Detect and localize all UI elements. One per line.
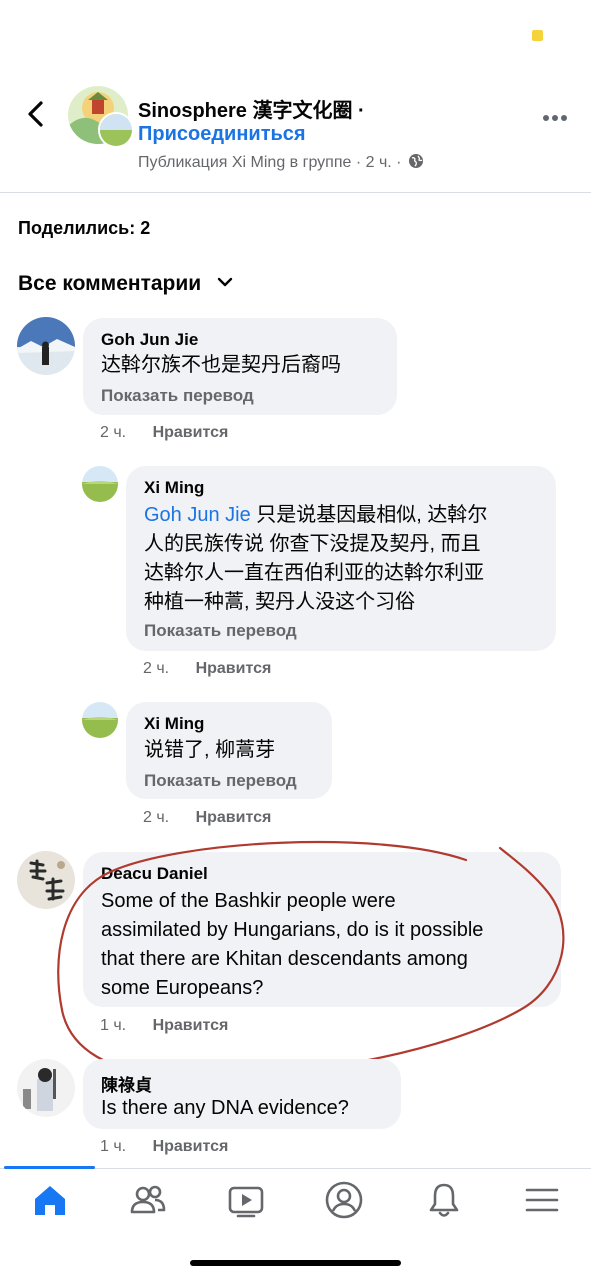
comment-text: Is there any DNA evidence? [101, 1097, 349, 1119]
comment-author[interactable]: Deacu Daniel [101, 864, 208, 884]
comment-bubble: Goh Jun Jie 达斡尔族不也是契丹后裔吗 Показать перево… [83, 318, 397, 415]
comment-author[interactable]: 陳祿貞 [101, 1071, 152, 1096]
more-options-icon[interactable] [543, 108, 570, 126]
comment-meta: 2 ч. Нравится [143, 660, 271, 678]
friends-icon[interactable] [128, 1180, 168, 1220]
comments-filter[interactable]: Все комментарии [18, 272, 233, 296]
comment-text: 说错了, 柳蒿芽 [144, 739, 276, 761]
post-meta: Публикация Xi Ming в группе · 2 ч. · [138, 153, 424, 172]
comment-text-line-3: that there are Khitan descendants among [101, 948, 468, 970]
show-translation-link[interactable]: Показать перевод [144, 621, 297, 641]
comment-time: 2 ч. [143, 809, 170, 826]
avatar[interactable] [17, 851, 75, 909]
comment-meta: 1 ч. Нравится [100, 1017, 228, 1035]
comment-time: 2 ч. [143, 660, 170, 677]
comment-text-line-4: some Europeans? [101, 977, 264, 999]
avatar[interactable] [82, 702, 118, 738]
comment-bubble: 陳祿貞 Is there any DNA evidence? [83, 1059, 401, 1129]
like-button[interactable]: Нравится [153, 424, 229, 441]
like-button[interactable]: Нравится [196, 660, 272, 677]
avatar[interactable] [17, 317, 75, 375]
comment-text-line-3: 达斡尔人一直在西伯利亚的达斡尔利亚 [144, 562, 484, 584]
comment-meta: 1 ч. Нравится [100, 1138, 228, 1156]
home-icon[interactable] [30, 1180, 70, 1220]
status-indicator [532, 30, 543, 41]
like-button[interactable]: Нравится [153, 1017, 229, 1034]
comment-text-line-2: assimilated by Hungarians, do is it poss… [101, 919, 484, 941]
header-divider [0, 192, 591, 193]
comment-bubble: Xi Ming Goh Jun Jie 只是说基因最相似, 达斡尔 人的民族传说… [126, 466, 556, 651]
comment-author[interactable]: Goh Jun Jie [101, 330, 198, 350]
show-translation-link[interactable]: Показать перевод [144, 771, 297, 791]
like-button[interactable]: Нравится [196, 809, 272, 826]
chevron-down-icon [217, 277, 233, 287]
watch-icon[interactable] [226, 1180, 266, 1220]
avatar[interactable] [82, 466, 118, 502]
comment-time: 1 ч. [100, 1138, 127, 1155]
group-name[interactable]: Sinosphere 漢字文化圈 · [138, 94, 365, 123]
post-meta-text: Публикация Xi Ming в группе · 2 ч. · [138, 154, 402, 171]
comment-author[interactable]: Xi Ming [144, 714, 204, 734]
shares-count[interactable]: Поделились: 2 [18, 218, 150, 239]
back-arrow-icon[interactable] [24, 100, 48, 128]
comment-text: 达斡尔族不也是契丹后裔吗 [101, 354, 341, 376]
mention-link[interactable]: Goh Jun Jie [144, 504, 251, 526]
show-translation-link[interactable]: Показать перевод [101, 386, 254, 406]
comment-meta: 2 ч. Нравится [100, 424, 228, 442]
join-group-button[interactable]: Присоединиться [138, 123, 306, 146]
comment-text-part: 只是说基因最相似, 达斡尔 [250, 504, 488, 526]
like-button[interactable]: Нравится [153, 1138, 229, 1155]
comment-time: 2 ч. [100, 424, 127, 441]
comment-text-line-2: 人的民族传说 你查下没提及契丹, 而且 [144, 533, 481, 555]
globe-icon [408, 154, 423, 168]
comment-bubble: Deacu Daniel Some of the Bashkir people … [83, 852, 561, 1007]
menu-icon[interactable] [522, 1180, 562, 1220]
profile-icon[interactable] [324, 1180, 364, 1220]
active-tab-indicator [4, 1166, 95, 1169]
author-sub-avatar [98, 112, 134, 148]
comment-bubble: Xi Ming 说错了, 柳蒿芽 Показать перевод [126, 702, 332, 799]
comments-filter-label: Все комментарии [18, 272, 202, 295]
comment-text-line-4: 种植一种蒿, 契丹人没这个习俗 [144, 591, 416, 613]
comment-text-line-1: Goh Jun Jie 只是说基因最相似, 达斡尔 [144, 501, 548, 530]
comment-time: 1 ч. [100, 1017, 127, 1034]
avatar[interactable] [17, 1059, 75, 1117]
bottom-tab-bar [0, 1168, 591, 1233]
comment-text: Some of the Bashkir people were assimila… [101, 887, 557, 1003]
comment-text: Goh Jun Jie 只是说基因最相似, 达斡尔 人的民族传说 你查下没提及契… [144, 501, 548, 617]
comment-text-line-1: Some of the Bashkir people were [101, 890, 396, 912]
notifications-icon[interactable] [424, 1180, 464, 1220]
home-indicator[interactable] [190, 1260, 401, 1266]
comment-author[interactable]: Xi Ming [144, 478, 204, 498]
comment-meta: 2 ч. Нравится [143, 809, 271, 827]
